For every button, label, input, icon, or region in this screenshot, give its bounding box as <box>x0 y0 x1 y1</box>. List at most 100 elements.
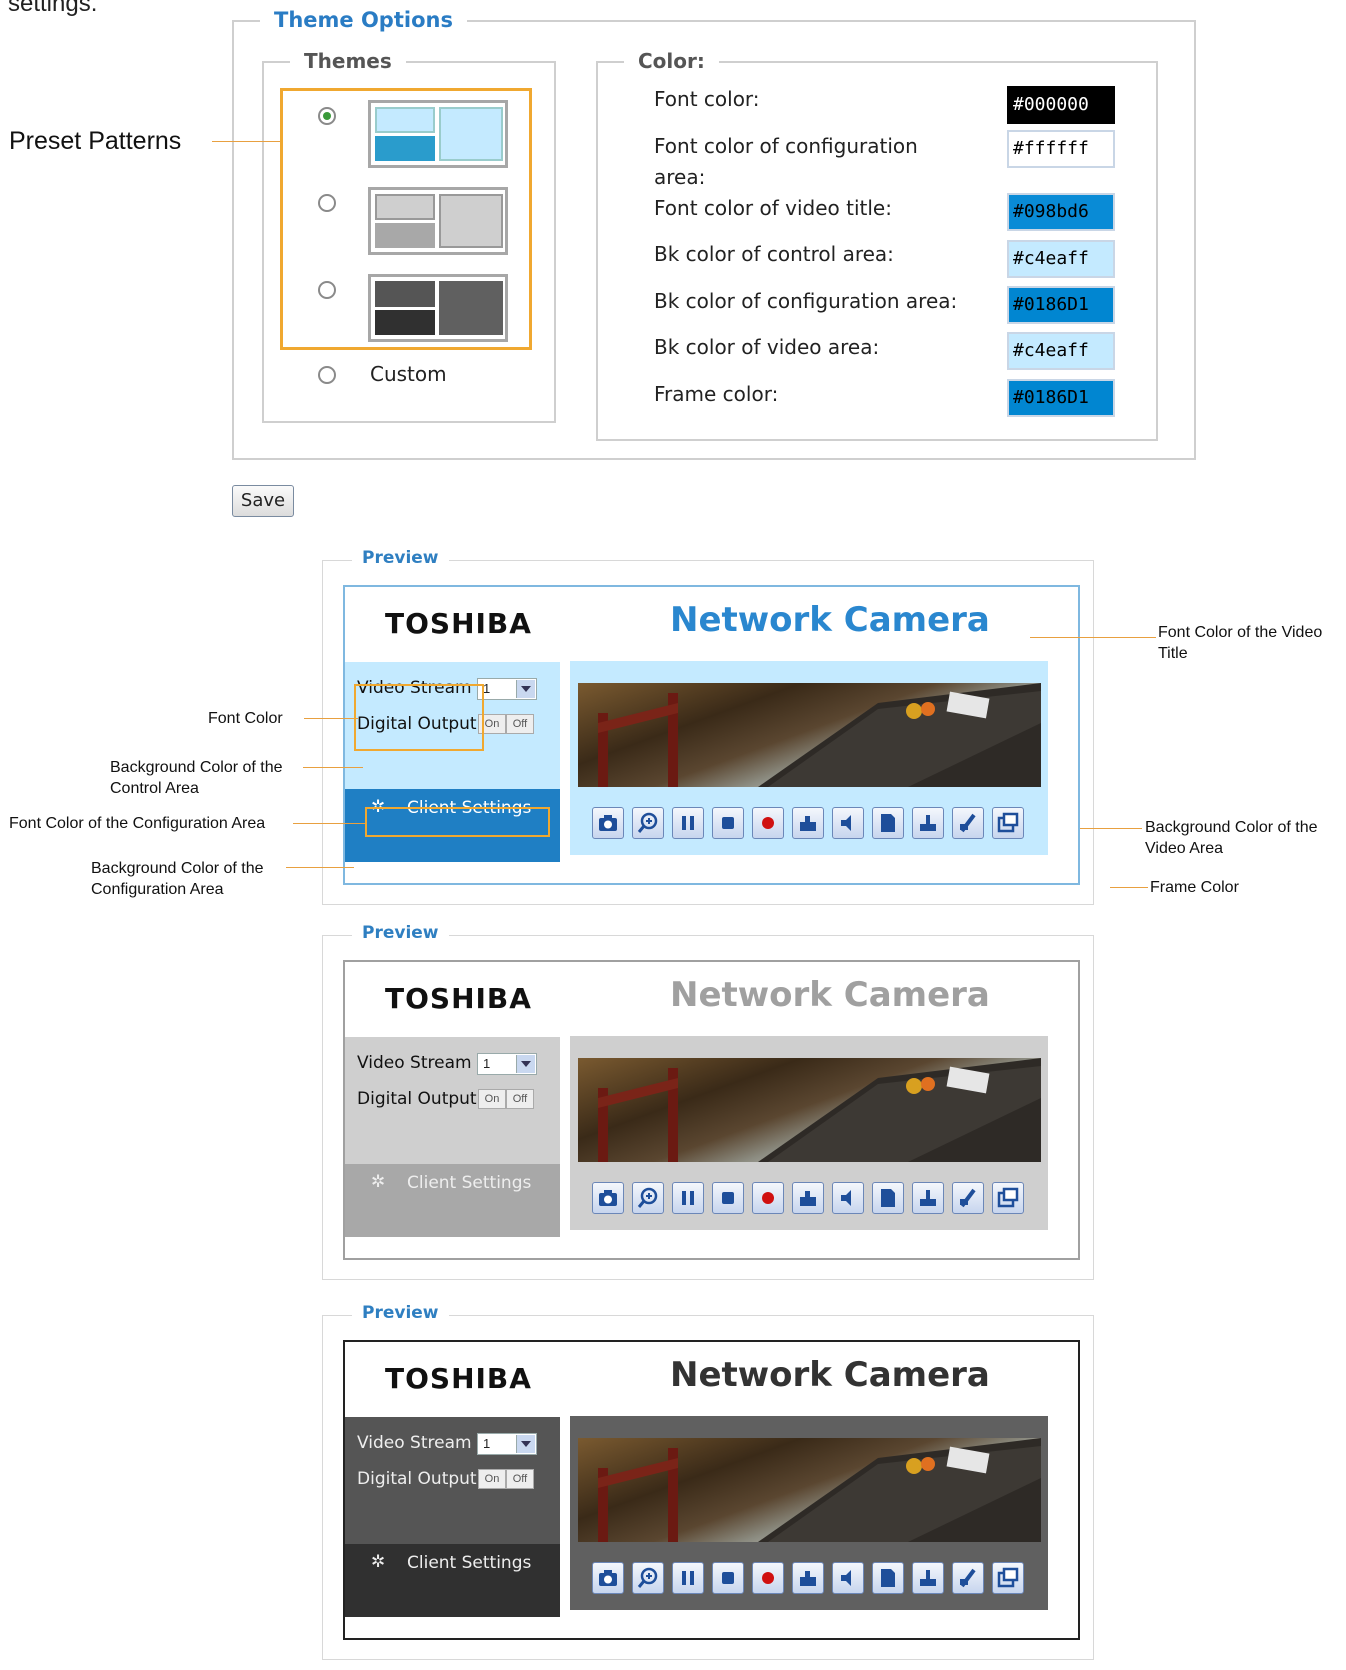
digital-output-off-button[interactable]: Off <box>506 714 534 734</box>
annotation-bg-video-area: Background Color of the Video Area <box>1145 819 1318 857</box>
popout-icon[interactable] <box>992 1562 1024 1594</box>
video-stream-select[interactable]: 1 <box>477 1053 537 1075</box>
stop-icon[interactable] <box>712 1562 744 1594</box>
preview-legend: Preview <box>352 548 449 568</box>
camera-icon[interactable] <box>592 1182 624 1214</box>
color-value-input[interactable]: #c4eaff <box>1007 240 1115 278</box>
leader-line-font-color <box>304 718 358 719</box>
annotation-font-color-video-title: Font Color of the Video Title <box>1158 624 1323 662</box>
mute-icon[interactable] <box>832 1562 864 1594</box>
save-button[interactable]: Save <box>232 485 294 517</box>
video-stream-select[interactable]: 1 <box>477 678 537 700</box>
snap-icon[interactable] <box>792 1182 824 1214</box>
video-stream-value: 1 <box>483 1056 491 1071</box>
pen-icon[interactable] <box>952 1562 984 1594</box>
color-value-input[interactable]: #ffffff <box>1007 130 1115 168</box>
mute-icon[interactable] <box>832 807 864 839</box>
preview-logo: TOSHIBA <box>385 1362 532 1395</box>
stop-icon[interactable] <box>712 807 744 839</box>
popout-icon[interactable] <box>992 807 1024 839</box>
intro-fragment: settings. <box>8 0 98 17</box>
digital-output-on-button[interactable]: On <box>478 1089 506 1109</box>
video-stream-value: 1 <box>483 681 491 696</box>
preview-video-title: Network Camera <box>670 600 990 640</box>
preview-logo: TOSHIBA <box>385 982 532 1015</box>
snap2-icon[interactable] <box>912 1562 944 1594</box>
doc-icon[interactable] <box>872 1562 904 1594</box>
video-stream-value: 1 <box>483 1436 491 1451</box>
preview-video-title: Network Camera <box>670 1355 990 1395</box>
video-feed-image <box>578 683 1041 787</box>
record-icon[interactable] <box>752 807 784 839</box>
theme-thumbnail-blue <box>368 100 508 168</box>
theme-thumbnail-dark <box>368 274 508 342</box>
video-stream-select[interactable]: 1 <box>477 1433 537 1455</box>
zoom-icon[interactable] <box>632 807 664 839</box>
leader-line-bg-video <box>1080 828 1142 829</box>
font-color-highlight <box>354 684 484 751</box>
digital-output-off-button[interactable]: Off <box>506 1089 534 1109</box>
color-value-input[interactable]: #098bd6 <box>1007 193 1115 231</box>
leader-line-frame <box>1110 887 1148 888</box>
digital-output-off-button[interactable]: Off <box>506 1469 534 1489</box>
preview-logo: TOSHIBA <box>385 607 532 640</box>
annotation-bg-config-area: Background Color of the Configuration Ar… <box>91 860 264 898</box>
pause-icon[interactable] <box>672 807 704 839</box>
theme-thumbnail-gray <box>368 187 508 255</box>
leader-line-font-config <box>293 823 367 824</box>
digital-output-on-button[interactable]: On <box>478 1469 506 1489</box>
snap2-icon[interactable] <box>912 807 944 839</box>
color-value-input[interactable]: #000000 <box>1007 86 1115 124</box>
theme-radio-blue[interactable] <box>318 107 336 125</box>
record-icon[interactable] <box>752 1562 784 1594</box>
client-settings-link[interactable]: Client Settings <box>407 1553 531 1573</box>
theme-radio-dark[interactable] <box>318 281 336 299</box>
chevron-down-icon[interactable] <box>516 680 535 698</box>
doc-icon[interactable] <box>872 1182 904 1214</box>
doc-icon[interactable] <box>872 807 904 839</box>
pen-icon[interactable] <box>952 807 984 839</box>
color-field-label: Font color: <box>654 87 760 111</box>
client-settings-link[interactable]: Client Settings <box>407 1173 531 1193</box>
color-field-label: Bk color of configuration area: <box>654 289 958 313</box>
camera-icon[interactable] <box>592 1562 624 1594</box>
snap-icon[interactable] <box>792 807 824 839</box>
video-feed-image <box>578 1438 1041 1542</box>
snap2-icon[interactable] <box>912 1182 944 1214</box>
config-font-highlight <box>365 807 550 837</box>
record-icon[interactable] <box>752 1182 784 1214</box>
snap-icon[interactable] <box>792 1562 824 1594</box>
leader-line-bg-control <box>303 767 363 768</box>
custom-label: Custom <box>370 362 447 386</box>
digital-output-label: Digital Output <box>357 1089 477 1109</box>
color-value-input[interactable]: #c4eaff <box>1007 332 1115 370</box>
pause-icon[interactable] <box>672 1182 704 1214</box>
pause-icon[interactable] <box>672 1562 704 1594</box>
annotation-frame-color: Frame Color <box>1150 879 1239 896</box>
themes-legend: Themes <box>290 49 406 73</box>
preset-patterns-leader-line <box>212 141 280 142</box>
gear-icon[interactable]: ✲ <box>371 1552 385 1572</box>
video-feed-image <box>578 1058 1041 1162</box>
theme-radio-custom[interactable] <box>318 366 336 384</box>
zoom-icon[interactable] <box>632 1562 664 1594</box>
annotation-font-color-config: Font Color of the Configuration Area <box>9 815 266 832</box>
popout-icon[interactable] <box>992 1182 1024 1214</box>
leader-line-video-title <box>1030 637 1156 638</box>
color-field-label: Bk color of video area: <box>654 335 880 359</box>
video-stream-label: Video Stream <box>357 1433 472 1453</box>
color-value-input[interactable]: #0186D1 <box>1007 286 1115 324</box>
pen-icon[interactable] <box>952 1182 984 1214</box>
theme-radio-gray[interactable] <box>318 194 336 212</box>
leader-line-bg-config <box>286 867 354 868</box>
chevron-down-icon[interactable] <box>516 1055 535 1073</box>
camera-icon[interactable] <box>592 807 624 839</box>
gear-icon[interactable]: ✲ <box>371 1172 385 1192</box>
zoom-icon[interactable] <box>632 1182 664 1214</box>
color-value-input[interactable]: #0186D1 <box>1007 379 1115 417</box>
stop-icon[interactable] <box>712 1182 744 1214</box>
preview-legend: Preview <box>352 923 449 943</box>
chevron-down-icon[interactable] <box>516 1435 535 1453</box>
preset-patterns-annotation: Preset Patterns <box>9 127 182 155</box>
mute-icon[interactable] <box>832 1182 864 1214</box>
